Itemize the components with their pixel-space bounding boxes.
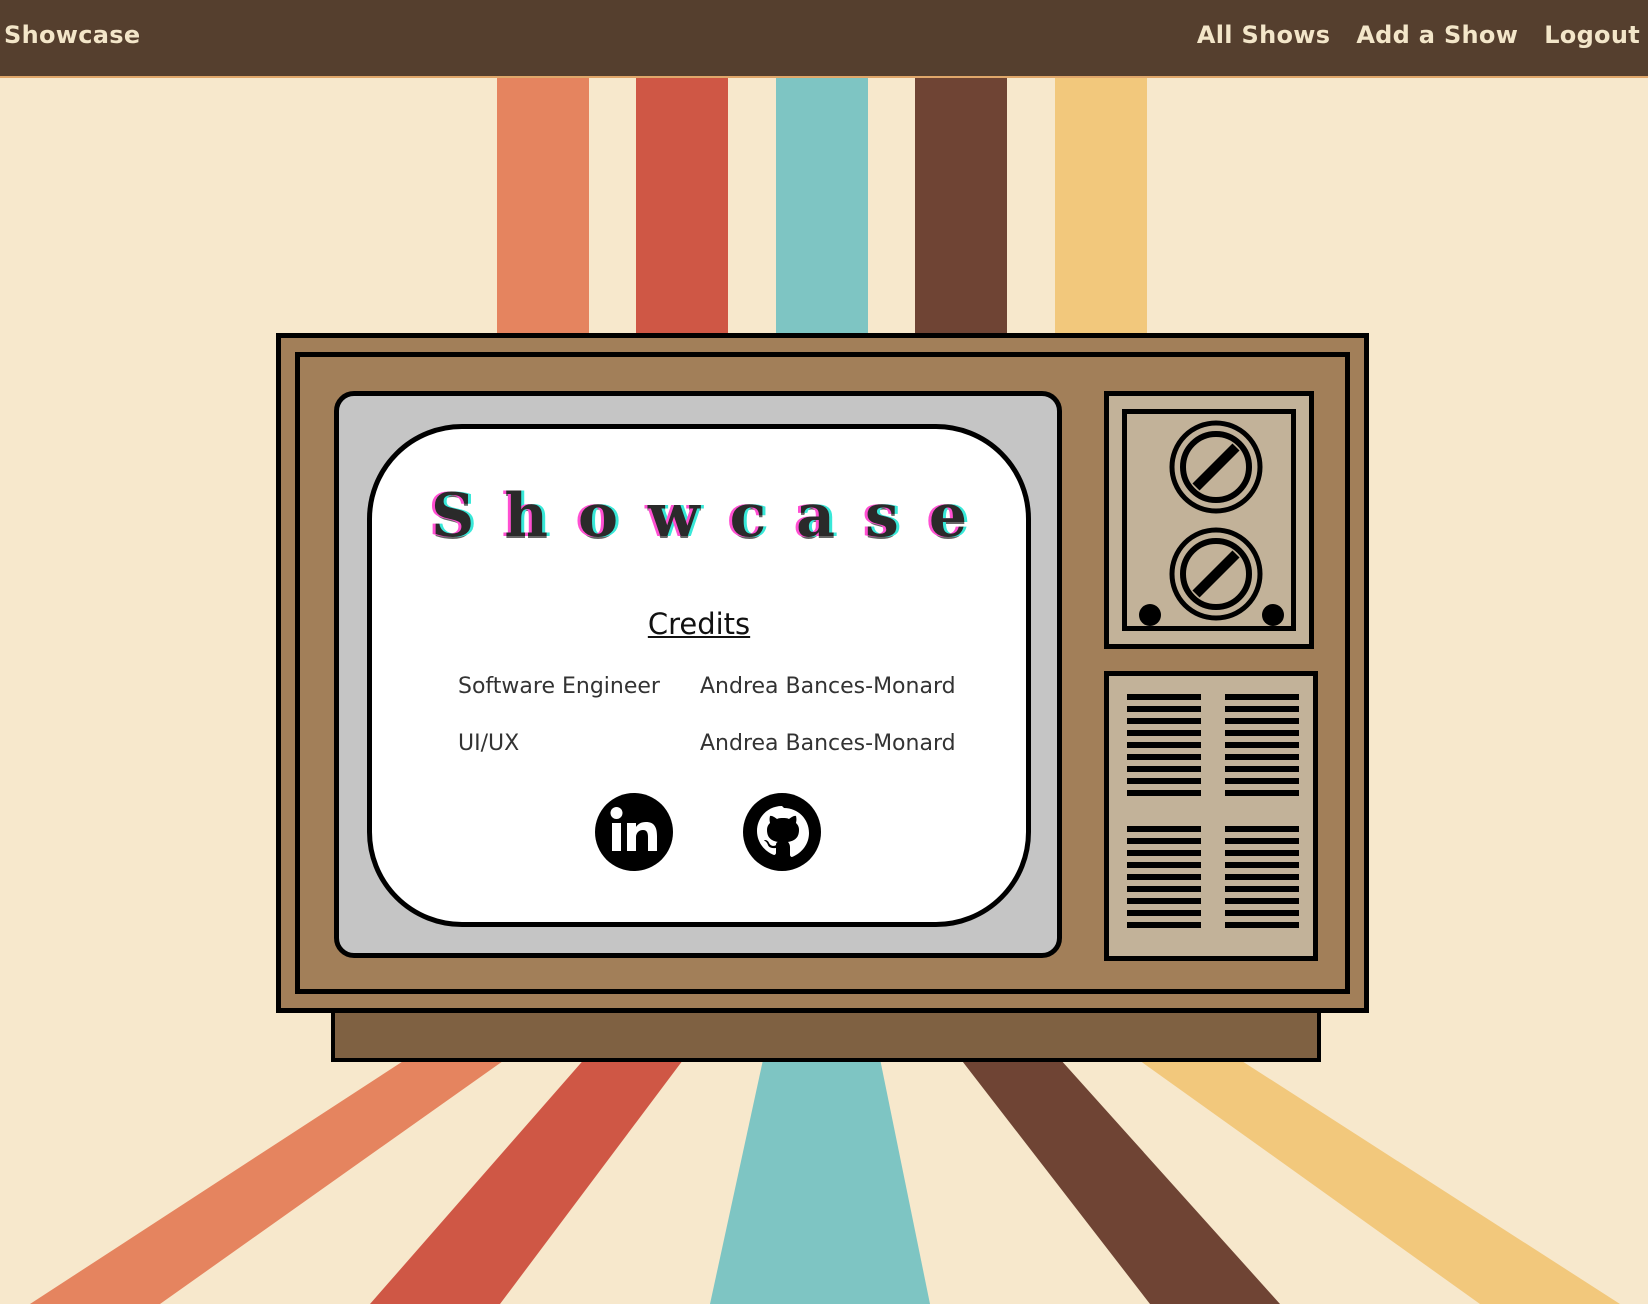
panel-screw [1262, 604, 1284, 626]
showcase-logo-title: Showcase [431, 481, 997, 551]
linkedin-icon[interactable] [594, 792, 674, 872]
grille-block [1127, 694, 1201, 802]
tv-dial-knob-icon[interactable] [1168, 419, 1264, 515]
panel-screw [1139, 604, 1161, 626]
tv-speaker-grille [1104, 671, 1318, 961]
credit-role: Software Engineer [458, 674, 660, 699]
nav-logout-link[interactable]: Logout [1544, 21, 1640, 49]
top-navbar: Showcase All Shows Add a Show Logout [0, 0, 1648, 78]
tv-screen-frame: Showcase Credits Software Engineer Andre… [334, 391, 1062, 958]
grille-block [1225, 694, 1299, 802]
credit-name: Andrea Bances-Monard [700, 674, 956, 699]
grille-block [1225, 826, 1299, 934]
credit-name: Andrea Bances-Monard [700, 731, 956, 756]
grille-block [1127, 826, 1201, 934]
tv-knob-panel [1104, 391, 1314, 649]
nav-all-shows-link[interactable]: All Shows [1197, 21, 1330, 49]
retro-tv: Showcase Credits Software Engineer Andre… [276, 333, 1369, 1013]
brand-link[interactable]: Showcase [4, 21, 140, 49]
nav-links: All Shows Add a Show Logout [1197, 21, 1640, 49]
tv-dial-knob-icon[interactable] [1168, 526, 1264, 622]
tv-screen: Showcase Credits Software Engineer Andre… [367, 424, 1031, 927]
nav-add-show-link[interactable]: Add a Show [1356, 21, 1518, 49]
credit-role: UI/UX [458, 731, 520, 756]
github-icon[interactable] [742, 792, 822, 872]
knob-panel-inner [1122, 409, 1296, 631]
credits-heading: Credits [647, 607, 751, 641]
